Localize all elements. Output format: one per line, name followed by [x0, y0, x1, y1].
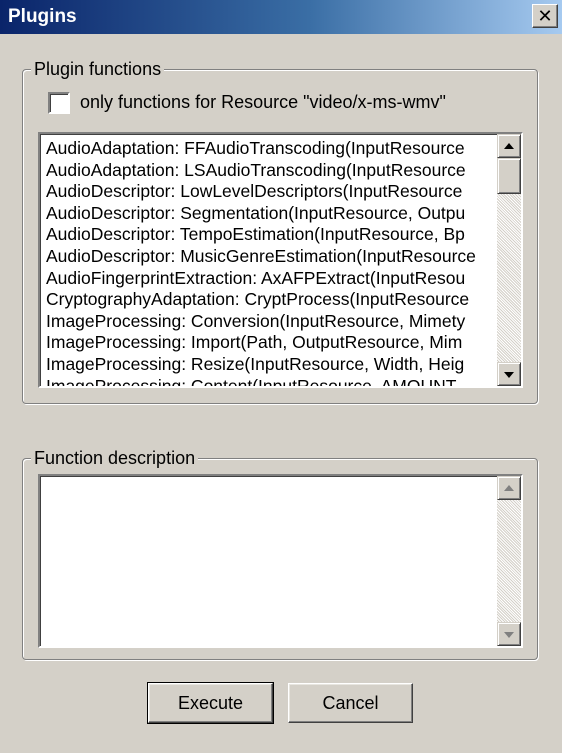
- list-item[interactable]: AudioAdaptation: FFAudioTranscoding(Inpu…: [46, 138, 498, 160]
- filter-checkbox-label[interactable]: only functions for Resource "video/x-ms-…: [80, 92, 446, 113]
- close-icon: ✕: [537, 6, 553, 26]
- cancel-button[interactable]: Cancel: [288, 683, 413, 723]
- arrow-down-icon: [504, 372, 514, 378]
- list-item[interactable]: ImageProcessing: Content(InputResource, …: [46, 376, 498, 386]
- scroll-down-button[interactable]: [497, 362, 521, 386]
- scroll-up-button[interactable]: [497, 134, 521, 158]
- arrow-up-icon: [504, 485, 514, 491]
- filter-checkbox[interactable]: [48, 92, 70, 114]
- list-item[interactable]: ImageProcessing: Resize(InputResource, W…: [46, 354, 498, 376]
- list-scrollbar[interactable]: [497, 134, 521, 386]
- description-scrollbar[interactable]: [497, 476, 521, 646]
- plugin-functions-legend: Plugin functions: [31, 58, 165, 80]
- list-item[interactable]: AudioDescriptor: TempoEstimation(InputRe…: [46, 224, 498, 246]
- close-button[interactable]: ✕: [532, 4, 558, 28]
- list-item[interactable]: CryptographyAdaptation: CryptProcess(Inp…: [46, 289, 498, 311]
- desc-scroll-down-button[interactable]: [497, 622, 521, 646]
- list-item[interactable]: AudioAdaptation: LSAudioTranscoding(Inpu…: [46, 160, 498, 182]
- plugin-functions-list[interactable]: AudioAdaptation: FFAudioTranscoding(Inpu…: [38, 132, 523, 388]
- scroll-thumb[interactable]: [497, 158, 521, 194]
- list-item[interactable]: ImageProcessing: Import(Path, OutputReso…: [46, 332, 498, 354]
- list-item[interactable]: AudioFingerprintExtraction: AxAFPExtract…: [46, 268, 498, 290]
- arrow-up-icon: [504, 143, 514, 149]
- list-item[interactable]: AudioDescriptor: LowLevelDescriptors(Inp…: [46, 181, 498, 203]
- list-item[interactable]: AudioDescriptor: MusicGenreEstimation(In…: [46, 246, 498, 268]
- list-item[interactable]: AudioDescriptor: Segmentation(InputResou…: [46, 203, 498, 225]
- plugin-functions-items: AudioAdaptation: FFAudioTranscoding(Inpu…: [46, 138, 498, 386]
- window-title: Plugins: [8, 6, 77, 27]
- execute-button[interactable]: Execute: [147, 682, 274, 724]
- list-item[interactable]: ImageProcessing: Conversion(InputResourc…: [46, 311, 498, 333]
- function-description-textarea[interactable]: [38, 474, 523, 648]
- desc-scroll-up-button[interactable]: [497, 476, 521, 500]
- arrow-down-icon: [504, 632, 514, 638]
- function-description-legend: Function description: [31, 447, 199, 469]
- title-bar: Plugins ✕: [0, 0, 562, 34]
